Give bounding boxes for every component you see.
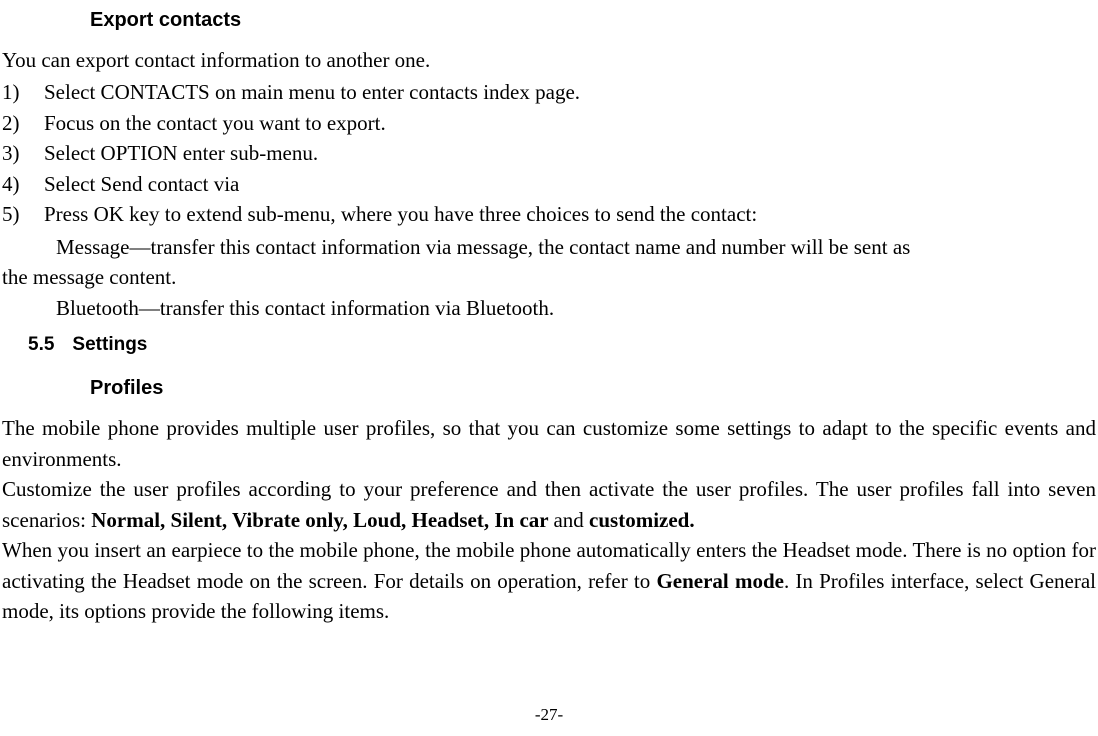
list-item: 4) Select Send contact via [2, 169, 1096, 199]
section-heading-settings: 5.5 Settings [28, 331, 1096, 359]
scenarios-bold: Normal, Silent, Vibrate only, Loud, Head… [91, 508, 553, 532]
sub-bluetooth: Bluetooth—transfer this contact informat… [2, 293, 1096, 323]
sub-message-line: Message—transfer this contact informatio… [2, 232, 1096, 262]
heading-export-contacts: Export contacts [90, 6, 1096, 35]
section-title: Settings [72, 334, 147, 355]
profiles-block: The mobile phone provides multiple user … [2, 413, 1096, 626]
step-text: Select Send contact via [44, 169, 239, 199]
list-item: 3) Select OPTION enter sub-menu. [2, 138, 1096, 168]
export-intro: You can export contact information to an… [2, 45, 1096, 75]
customized-bold: customized. [589, 508, 695, 532]
step-number: 5) [2, 199, 44, 229]
step-number: 4) [2, 169, 44, 199]
general-mode-bold: General mode [656, 569, 784, 593]
list-item: 5) Press OK key to extend sub-menu, wher… [2, 199, 1096, 229]
step-text: Press OK key to extend sub-menu, where y… [44, 199, 757, 229]
profiles-p3: When you insert an earpiece to the mobil… [2, 535, 1096, 626]
step-text: Select OPTION enter sub-menu. [44, 138, 318, 168]
step-number: 1) [2, 77, 44, 107]
sub-message-line2: the message content. [2, 262, 1096, 292]
step-number: 2) [2, 108, 44, 138]
step-number: 3) [2, 138, 44, 168]
list-item: 1) Select CONTACTS on main menu to enter… [2, 77, 1096, 107]
section-number: 5.5 [28, 334, 54, 355]
step-text: Focus on the contact you want to export. [44, 108, 386, 138]
heading-profiles: Profiles [90, 374, 1096, 403]
page-number: -27- [0, 703, 1098, 728]
profiles-p2: Customize the user profiles according to… [2, 474, 1096, 535]
steps-list: 1) Select CONTACTS on main menu to enter… [2, 77, 1096, 229]
step-text: Select CONTACTS on main menu to enter co… [44, 77, 580, 107]
profiles-p1: The mobile phone provides multiple user … [2, 413, 1096, 474]
list-item: 2) Focus on the contact you want to expo… [2, 108, 1096, 138]
